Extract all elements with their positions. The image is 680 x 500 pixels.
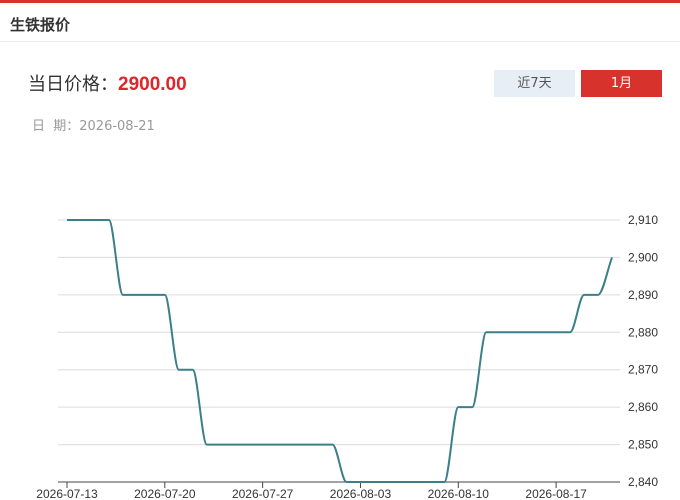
data-point[interactable] [413, 479, 419, 485]
data-point[interactable] [357, 479, 363, 485]
data-point[interactable] [288, 442, 294, 448]
data-point[interactable] [385, 479, 391, 485]
data-point[interactable] [148, 292, 154, 298]
data-point[interactable] [64, 217, 70, 223]
data-point[interactable] [302, 442, 308, 448]
x-tick-label: 2026-08-03 [330, 487, 392, 500]
data-point[interactable] [162, 292, 168, 298]
data-point[interactable] [246, 442, 252, 448]
y-tick-label: 2,850 [628, 438, 658, 452]
data-point[interactable] [371, 479, 377, 485]
data-point[interactable] [581, 292, 587, 298]
data-point[interactable] [525, 329, 531, 335]
data-point[interactable] [274, 442, 280, 448]
y-tick-label: 2,860 [628, 400, 658, 414]
data-point[interactable] [469, 404, 475, 410]
data-point[interactable] [497, 329, 503, 335]
y-tick-label: 2,880 [628, 325, 658, 339]
price-series-line [67, 219, 613, 483]
x-tick-label: 2026-07-27 [232, 487, 294, 500]
y-tick-label: 2,840 [628, 475, 658, 489]
data-point[interactable] [539, 329, 545, 335]
data-point[interactable] [553, 329, 559, 335]
data-point[interactable] [204, 442, 210, 448]
x-tick-label: 2026-08-17 [525, 487, 587, 500]
data-point[interactable] [190, 367, 196, 373]
x-tick-label: 2026-08-10 [428, 487, 490, 500]
y-tick-label: 2,890 [628, 288, 658, 302]
data-point[interactable] [78, 217, 84, 223]
x-tick-label: 2026-07-13 [36, 487, 98, 500]
data-point[interactable] [134, 292, 140, 298]
data-point[interactable] [106, 217, 112, 223]
data-point[interactable] [609, 254, 615, 260]
x-tick-label: 2026-07-20 [134, 487, 196, 500]
data-point[interactable] [343, 479, 349, 485]
data-point[interactable] [330, 442, 336, 448]
y-tick-label: 2,910 [628, 213, 658, 227]
data-point[interactable] [427, 479, 433, 485]
data-point[interactable] [399, 479, 405, 485]
y-tick-label: 2,870 [628, 363, 658, 377]
data-point[interactable] [232, 442, 238, 448]
data-point[interactable] [441, 479, 447, 485]
data-point[interactable] [260, 442, 266, 448]
data-point[interactable] [511, 329, 517, 335]
data-point[interactable] [316, 442, 322, 448]
data-point[interactable] [120, 292, 126, 298]
data-point[interactable] [595, 292, 601, 298]
data-point[interactable] [218, 442, 224, 448]
data-point[interactable] [567, 329, 573, 335]
data-point[interactable] [455, 404, 461, 410]
data-point[interactable] [483, 329, 489, 335]
data-point[interactable] [92, 217, 98, 223]
data-point[interactable] [176, 367, 182, 373]
y-tick-label: 2,900 [628, 250, 658, 264]
price-line-chart: 2,910 2,900 2,890 2,880 2,870 2,860 2,850 2,840… [36, 213, 658, 500]
